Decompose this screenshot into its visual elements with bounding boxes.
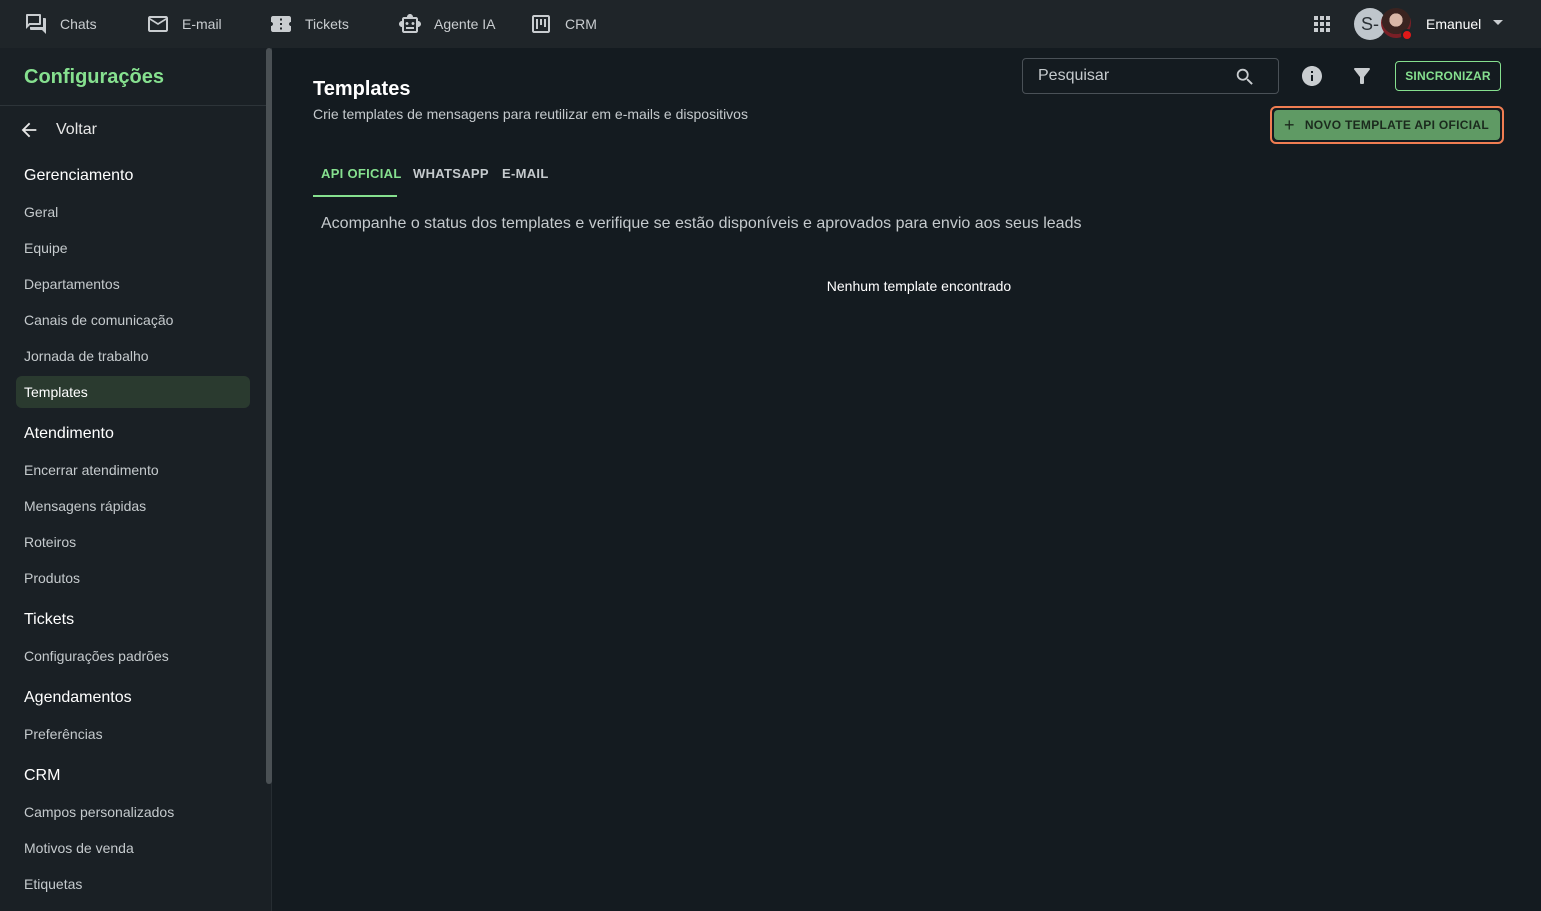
new-template-label: NOVO TEMPLATE API OFICIAL bbox=[1304, 118, 1489, 132]
sidebar-item-jornada[interactable]: Jornada de trabalho bbox=[24, 348, 149, 364]
page-subtitle: Crie templates de mensagens para reutili… bbox=[313, 106, 748, 122]
sidebar-title: Configurações bbox=[24, 66, 165, 88]
arrow-back-icon bbox=[21, 122, 37, 138]
group-heading-atendimento: Atendimento bbox=[24, 425, 114, 442]
search-icon[interactable] bbox=[1234, 66, 1256, 88]
nav-tickets-label: Tickets bbox=[305, 16, 349, 32]
caret-down-icon[interactable] bbox=[1493, 20, 1503, 25]
chat-icon bbox=[26, 14, 46, 34]
divider bbox=[0, 105, 266, 106]
user-name[interactable]: Emanuel bbox=[1426, 16, 1481, 32]
plus-icon: + bbox=[1284, 115, 1295, 135]
nav-crm-label: CRM bbox=[565, 16, 597, 32]
sidebar-item-geral[interactable]: Geral bbox=[24, 204, 58, 220]
mail-icon bbox=[148, 16, 168, 32]
tab-email[interactable]: E-MAIL bbox=[502, 166, 549, 181]
back-label: Voltar bbox=[56, 121, 97, 138]
sync-button[interactable]: SINCRONIZAR bbox=[1395, 61, 1501, 91]
nav-agente-ia-label: Agente IA bbox=[434, 16, 496, 32]
sidebar-item-produtos[interactable]: Produtos bbox=[24, 570, 80, 586]
nav-chats-label: Chats bbox=[60, 16, 97, 32]
back-button[interactable]: Voltar bbox=[18, 118, 97, 142]
active-tab-indicator bbox=[313, 195, 397, 197]
group-heading-gerenciamento: Gerenciamento bbox=[24, 167, 134, 184]
info-icon[interactable] bbox=[1300, 64, 1324, 88]
sidebar-item-roteiros[interactable]: Roteiros bbox=[24, 534, 76, 550]
kanban-icon bbox=[532, 15, 550, 33]
nav-email-label: E-mail bbox=[182, 16, 222, 32]
sidebar-item-motivos[interactable]: Motivos de venda bbox=[24, 840, 134, 856]
page-title: Templates bbox=[313, 78, 411, 100]
search-input[interactable] bbox=[1038, 67, 1228, 85]
tab-whatsapp[interactable]: WHATSAPP bbox=[413, 166, 489, 181]
nav-crm[interactable]: CRM bbox=[529, 0, 597, 48]
top-navbar: Chats E-mail Tickets Agente IA CRM S- Em… bbox=[0, 0, 1541, 48]
sidebar-item-encerrar[interactable]: Encerrar atendimento bbox=[24, 462, 159, 478]
sidebar-item-mensagens-rapidas[interactable]: Mensagens rápidas bbox=[24, 498, 146, 514]
sidebar-item-canais[interactable]: Canais de comunicação bbox=[24, 312, 173, 328]
settings-sidebar: Configurações Voltar Gerenciamento Geral… bbox=[0, 48, 272, 911]
apps-grid-icon[interactable] bbox=[1310, 12, 1334, 36]
sidebar-scrollbar[interactable] bbox=[266, 48, 272, 784]
filter-icon[interactable] bbox=[1350, 64, 1374, 88]
sidebar-item-equipe[interactable]: Equipe bbox=[24, 240, 68, 256]
tab-api-oficial[interactable]: API OFICIAL bbox=[321, 166, 402, 181]
sidebar-item-templates[interactable]: Templates bbox=[24, 384, 88, 400]
nav-email[interactable]: E-mail bbox=[146, 0, 222, 48]
ticket-icon bbox=[271, 16, 291, 32]
sidebar-item-config-padroes[interactable]: Configurações padrões bbox=[24, 648, 169, 664]
group-heading-agendamentos: Agendamentos bbox=[24, 689, 132, 706]
sidebar-item-preferencias[interactable]: Preferências bbox=[24, 726, 103, 742]
sidebar-item-campos[interactable]: Campos personalizados bbox=[24, 804, 174, 820]
status-description: Acompanhe o status dos templates e verif… bbox=[321, 215, 1082, 232]
nav-tickets[interactable]: Tickets bbox=[269, 0, 349, 48]
group-heading-crm: CRM bbox=[24, 767, 61, 784]
status-indicator bbox=[1401, 29, 1413, 41]
sidebar-item-etiquetas[interactable]: Etiquetas bbox=[24, 876, 82, 892]
sidebar-item-departamentos[interactable]: Departamentos bbox=[24, 276, 120, 292]
new-template-button[interactable]: + NOVO TEMPLATE API OFICIAL bbox=[1274, 110, 1500, 140]
nav-agente-ia[interactable]: Agente IA bbox=[398, 0, 496, 48]
nav-chats[interactable]: Chats bbox=[24, 0, 97, 48]
robot-icon bbox=[399, 14, 421, 33]
group-heading-tickets: Tickets bbox=[24, 611, 75, 628]
empty-state-message: Nenhum template encontrado bbox=[826, 278, 1012, 294]
